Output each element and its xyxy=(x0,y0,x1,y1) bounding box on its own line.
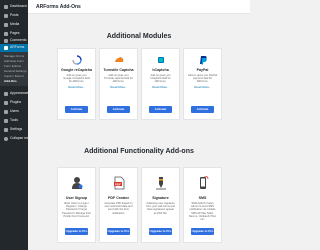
addon-name: Signature xyxy=(152,196,169,200)
signature-icon xyxy=(155,177,166,190)
addon-desc: Allow Users to Login / Register / Change… xyxy=(62,202,91,218)
sms-icon xyxy=(199,176,208,189)
functional-addons-section-title: Additional Functionality Add-ons xyxy=(84,148,194,155)
users-icon xyxy=(4,110,8,114)
addon-desc: SMS Add-On helps Admin to send SMS notif… xyxy=(188,202,217,222)
sidebar-item-dashboard[interactable]: Dashboard xyxy=(0,3,28,12)
sidebar-item-plugins[interactable]: Plugins xyxy=(0,99,28,108)
read-more-link[interactable]: Read More.. xyxy=(184,85,221,89)
activate-button[interactable]: Activate xyxy=(65,106,88,113)
pages-icon xyxy=(4,32,8,36)
module-card-turnstile: Turnstile Captcha Add-on gives you Turns… xyxy=(99,48,138,120)
svg-text:PDF: PDF xyxy=(115,182,121,186)
user-signup-icon xyxy=(71,177,82,189)
module-desc: Add-on gives you hCaptcha field for ARFo… xyxy=(150,74,171,84)
collapse-menu[interactable]: Collapse menu xyxy=(0,135,33,144)
activate-button[interactable]: Activate xyxy=(107,106,130,113)
tools-icon xyxy=(4,119,8,123)
addon-card-sms: SMS SMS Add-On helps Admin to send SMS n… xyxy=(183,167,222,243)
collapse-icon xyxy=(4,137,8,141)
module-name: hCaptcha xyxy=(152,68,169,72)
upgrade-button[interactable]: Upgrade to Pro xyxy=(107,228,130,235)
addon-card-pdf: PDF PDF Creator Generate PDF based on us… xyxy=(99,167,138,243)
hcaptcha-icon xyxy=(157,57,164,63)
pdf-icon: PDF xyxy=(113,176,124,190)
addon-name: PDF Creator xyxy=(108,196,129,200)
module-name: Turnstile Captcha xyxy=(103,68,134,72)
turnstile-icon xyxy=(114,57,123,62)
addon-name: User Signup xyxy=(65,196,88,200)
module-name: Google reCaptcha xyxy=(61,68,92,72)
read-more-link[interactable]: Read More.. xyxy=(100,85,137,89)
upgrade-button[interactable]: Upgrade to Pro xyxy=(65,228,88,235)
addon-name: SMS xyxy=(198,196,207,200)
addon-desc: Collecting user signature from your web … xyxy=(146,202,175,215)
sidebar-item-appearance[interactable]: Appearance xyxy=(0,90,28,99)
page-title: ARForms Add-Ons xyxy=(36,4,81,10)
arforms-icon xyxy=(4,46,8,50)
activate-button[interactable]: Activate xyxy=(149,106,172,113)
read-more-link[interactable]: Read More.. xyxy=(142,85,179,89)
sidebar-item-tools[interactable]: Tools xyxy=(0,117,28,126)
admin-sidebar: Dashboard Posts Media Pages Comments ARF… xyxy=(0,0,33,250)
upgrade-button[interactable]: Upgrade to Pro xyxy=(149,228,172,235)
module-desc: Add-on gives you Turnstile captcha field… xyxy=(104,74,133,84)
module-desc: Add-on gives you PayPal payment field fo… xyxy=(188,74,217,84)
module-card-paypal: PayPal Add-on gives you PayPal payment f… xyxy=(183,48,222,120)
submenu-add-ons[interactable]: Add-Ons xyxy=(0,78,28,84)
posts-icon xyxy=(4,14,8,18)
sidebar-item-posts[interactable]: Posts xyxy=(0,12,28,21)
appearance-icon xyxy=(4,92,8,96)
module-card-recaptcha: Google reCaptcha Add-on gives you Google… xyxy=(57,48,96,120)
sidebar-item-settings[interactable]: Settings xyxy=(0,126,28,135)
module-desc: Add-on gives you Google reCaptcha field … xyxy=(63,74,90,84)
addon-card-user-signup: User Signup Allow Users to Login / Regis… xyxy=(57,167,96,243)
page-header: ARForms Add-Ons xyxy=(28,0,250,14)
activate-button[interactable]: Activate xyxy=(191,106,214,113)
read-more-link[interactable]: Read More.. xyxy=(58,85,95,89)
addon-card-signature: Signature Collecting user signature from… xyxy=(141,167,180,243)
sidebar-item-media[interactable]: Media xyxy=(0,21,28,30)
plugins-icon xyxy=(4,101,8,105)
module-name: PayPal xyxy=(196,68,209,72)
paypal-icon xyxy=(199,56,207,65)
settings-icon xyxy=(4,128,8,132)
comments-icon xyxy=(4,39,8,43)
modules-section-title: Additional Modules xyxy=(106,33,172,40)
google-recaptcha-icon xyxy=(71,55,82,65)
module-card-hcaptcha: hCaptcha Add-on gives you hCaptcha field… xyxy=(141,48,180,120)
media-icon xyxy=(4,23,8,27)
sidebar-item-users[interactable]: Users xyxy=(0,108,28,117)
addon-desc: Generate PDF based on user submitted dat… xyxy=(104,202,133,215)
dashboard-icon xyxy=(4,5,8,9)
upgrade-button[interactable]: Upgrade to Pro xyxy=(191,228,214,235)
